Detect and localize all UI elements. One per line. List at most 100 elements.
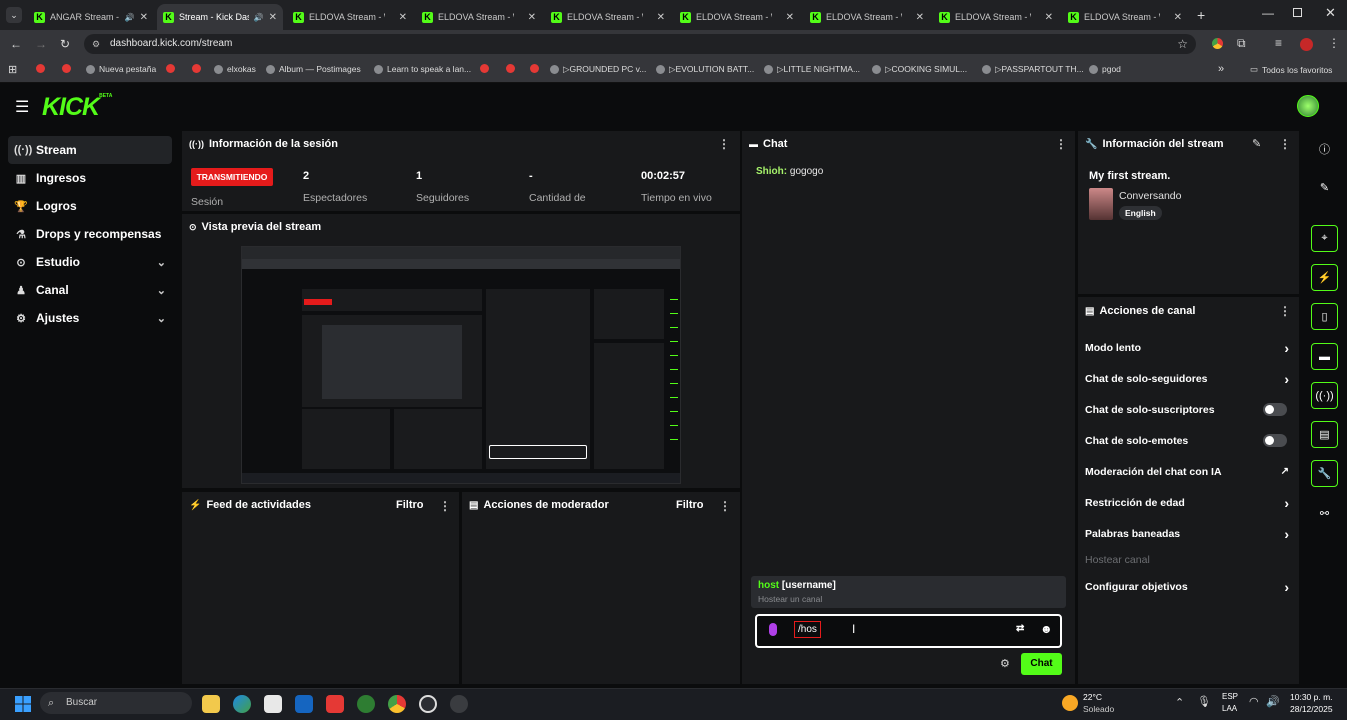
translate-icon[interactable]: ⇄	[1016, 623, 1024, 634]
bookmarks-overflow-icon[interactable]: »	[1218, 63, 1224, 75]
apps-grid-icon[interactable]: ⊞	[8, 63, 17, 76]
maximize-button[interactable]	[1293, 8, 1302, 17]
volume-icon[interactable]: 🔊	[1266, 695, 1280, 708]
forward-icon[interactable]: →	[35, 37, 47, 51]
focus-icon[interactable]: ⌖	[1311, 225, 1338, 252]
action-configure-goals[interactable]: Configurar objetivos ›	[1085, 579, 1295, 595]
browser-tab[interactable]: K ANGAR Stream - 🔊 ✕	[28, 4, 154, 30]
action-banned-words[interactable]: Palabras baneadas ›	[1085, 526, 1295, 542]
moderator-more-icon[interactable]: ⋮	[719, 499, 731, 513]
profile-avatar[interactable]	[1300, 38, 1313, 51]
bookmark-item[interactable]: ▷GROUNDED PC v...	[550, 64, 646, 75]
taskbar-search[interactable]: ⌕ Buscar	[40, 692, 192, 714]
sidebar-item-logros[interactable]: 🏆 Logros	[8, 192, 172, 220]
browser-tab[interactable]: K ELDOVA Stream - Wa ✕	[804, 4, 930, 30]
action-age-restriction[interactable]: Restricción de edad ›	[1085, 495, 1295, 511]
moderator-filter-button[interactable]: Filtro	[676, 499, 704, 511]
obs-icon[interactable]	[450, 695, 468, 713]
bookmark-item[interactable]: pgod	[1089, 64, 1121, 74]
chrome-icon[interactable]	[388, 695, 406, 713]
emotes-only-toggle[interactable]	[1263, 434, 1287, 447]
extension-icon[interactable]	[1212, 38, 1223, 49]
edge-icon[interactable]	[233, 695, 251, 713]
edit-stream-icon[interactable]: ✎	[1252, 137, 1261, 150]
clock-time[interactable]: 10:30 p. m.	[1290, 692, 1333, 702]
browser-menu-icon[interactable]: ⋮	[1328, 36, 1340, 50]
bookmark-icon-only[interactable]	[166, 64, 175, 73]
file-explorer-icon[interactable]	[202, 695, 220, 713]
bookmark-icon-only[interactable]	[36, 64, 45, 73]
activity-filter-button[interactable]: Filtro	[396, 499, 424, 511]
close-window-button[interactable]: ✕	[1325, 5, 1336, 21]
close-tab-icon[interactable]: ✕	[786, 12, 794, 23]
broadcast-icon[interactable]: ((·))	[1311, 382, 1338, 409]
chat-more-icon[interactable]: ⋮	[1055, 137, 1067, 151]
stream-info-more-icon[interactable]: ⋮	[1279, 137, 1291, 151]
bookmark-item[interactable]: ▷EVOLUTION BATT...	[656, 64, 754, 75]
mic-tray-icon[interactable]: 🎙	[1197, 695, 1211, 708]
microphone-icon[interactable]	[769, 623, 777, 636]
wrench-icon[interactable]: 🔧	[1311, 460, 1338, 487]
browser-tab[interactable]: K Stream - Kick Das 🔊 ✕	[157, 4, 283, 30]
close-tab-icon[interactable]: ✕	[916, 12, 924, 23]
bookmark-item[interactable]: Nueva pestaña	[86, 64, 156, 74]
bookmark-icon-only[interactable]	[192, 64, 201, 73]
stream-preview-video[interactable]	[241, 246, 681, 484]
media-player-icon[interactable]	[419, 695, 437, 713]
tab-list-dropdown[interactable]: ⌄	[6, 7, 22, 23]
close-tab-icon[interactable]: ✕	[1045, 12, 1053, 23]
layout-icon[interactable]: ▤	[1311, 421, 1338, 448]
address-bar[interactable]: ⚙ dashboard.kick.com/stream ☆	[84, 34, 1196, 54]
close-tab-icon[interactable]: ✕	[528, 12, 536, 23]
extensions-puzzle-icon[interactable]: ⧉	[1237, 36, 1246, 51]
channel-actions-more-icon[interactable]: ⋮	[1279, 304, 1291, 318]
bookmark-icon-only[interactable]	[506, 64, 515, 73]
action-ai-moderation[interactable]: Moderación del chat con IA ↗	[1085, 466, 1295, 478]
bookmark-item[interactable]: Album — Postimages	[266, 64, 361, 74]
sidebar-item-canal[interactable]: ♟ Canal ⌄	[8, 276, 172, 304]
all-bookmarks[interactable]: ▭ Todos los favoritos	[1250, 64, 1332, 75]
reload-icon[interactable]: ↻	[60, 37, 70, 51]
sidebar-item-estudio[interactable]: ⊙ Estudio ⌄	[8, 248, 172, 276]
pencil-icon[interactable]: ✎	[1311, 174, 1338, 201]
bookmark-item[interactable]: ▷COOKING SIMUL...	[872, 64, 967, 75]
media-control-icon[interactable]: ≡	[1275, 36, 1282, 50]
chat-input-text[interactable]: /hos	[794, 621, 821, 638]
close-tab-icon[interactable]: ✕	[657, 12, 665, 23]
bookmark-icon-only[interactable]	[480, 64, 489, 73]
wifi-icon[interactable]: ◠	[1249, 695, 1259, 708]
emoji-icon[interactable]: ☻	[1040, 622, 1053, 636]
browser-tab[interactable]: K ELDOVA Stream - Wa ✕	[1062, 4, 1188, 30]
chat-settings-icon[interactable]: ⚙	[1000, 657, 1010, 670]
browser-tab[interactable]: K ELDOVA Stream - Wa ✕	[287, 4, 413, 30]
tray-chevron-icon[interactable]: ⌃	[1175, 696, 1184, 709]
share-icon[interactable]: ⚯	[1311, 500, 1338, 527]
bookmark-icon-only[interactable]	[62, 64, 71, 73]
chat-send-button[interactable]: Chat	[1021, 653, 1062, 675]
sidebar-item-ajustes[interactable]: ⚙ Ajustes ⌄	[8, 304, 172, 332]
back-icon[interactable]: ←	[10, 37, 22, 51]
bookmark-item[interactable]: ▷LITTLE NIGHTMA...	[764, 64, 860, 75]
sidebar-item-stream[interactable]: ((·)) Stream	[8, 136, 172, 164]
minimize-button[interactable]: —	[1262, 6, 1274, 20]
action-followers-only[interactable]: Chat de solo-seguidores ›	[1085, 371, 1295, 387]
bookmark-item[interactable]: elxokas	[214, 64, 256, 74]
language-indicator[interactable]: ESP	[1222, 692, 1238, 701]
chat-bubble-icon[interactable]: ▬	[1311, 343, 1338, 370]
browser-tab[interactable]: K ELDOVA Stream - Wa ✕	[416, 4, 542, 30]
close-tab-icon[interactable]: ✕	[1174, 12, 1182, 23]
command-suggestion[interactable]: host [username] Hostear un canal	[751, 576, 1066, 608]
office-icon[interactable]	[326, 695, 344, 713]
close-tab-icon[interactable]: ✕	[399, 12, 407, 23]
close-tab-icon[interactable]: ✕	[140, 12, 148, 23]
sidebar-item-ingresos[interactable]: ▥ Ingresos	[8, 164, 172, 192]
site-info-icon[interactable]: ⚙	[92, 34, 100, 54]
hamburger-menu-icon[interactable]: ☰	[15, 97, 29, 117]
weather-temp[interactable]: 22°C	[1083, 692, 1102, 702]
activity-more-icon[interactable]: ⋮	[439, 499, 451, 513]
bookmark-icon-only[interactable]	[530, 64, 539, 73]
document-icon[interactable]: ▯	[1311, 303, 1338, 330]
close-tab-icon[interactable]: ✕	[269, 12, 277, 23]
subscribers-only-toggle[interactable]	[1263, 403, 1287, 416]
bookmark-item[interactable]: ▷PASSPARTOUT TH...	[982, 64, 1084, 75]
